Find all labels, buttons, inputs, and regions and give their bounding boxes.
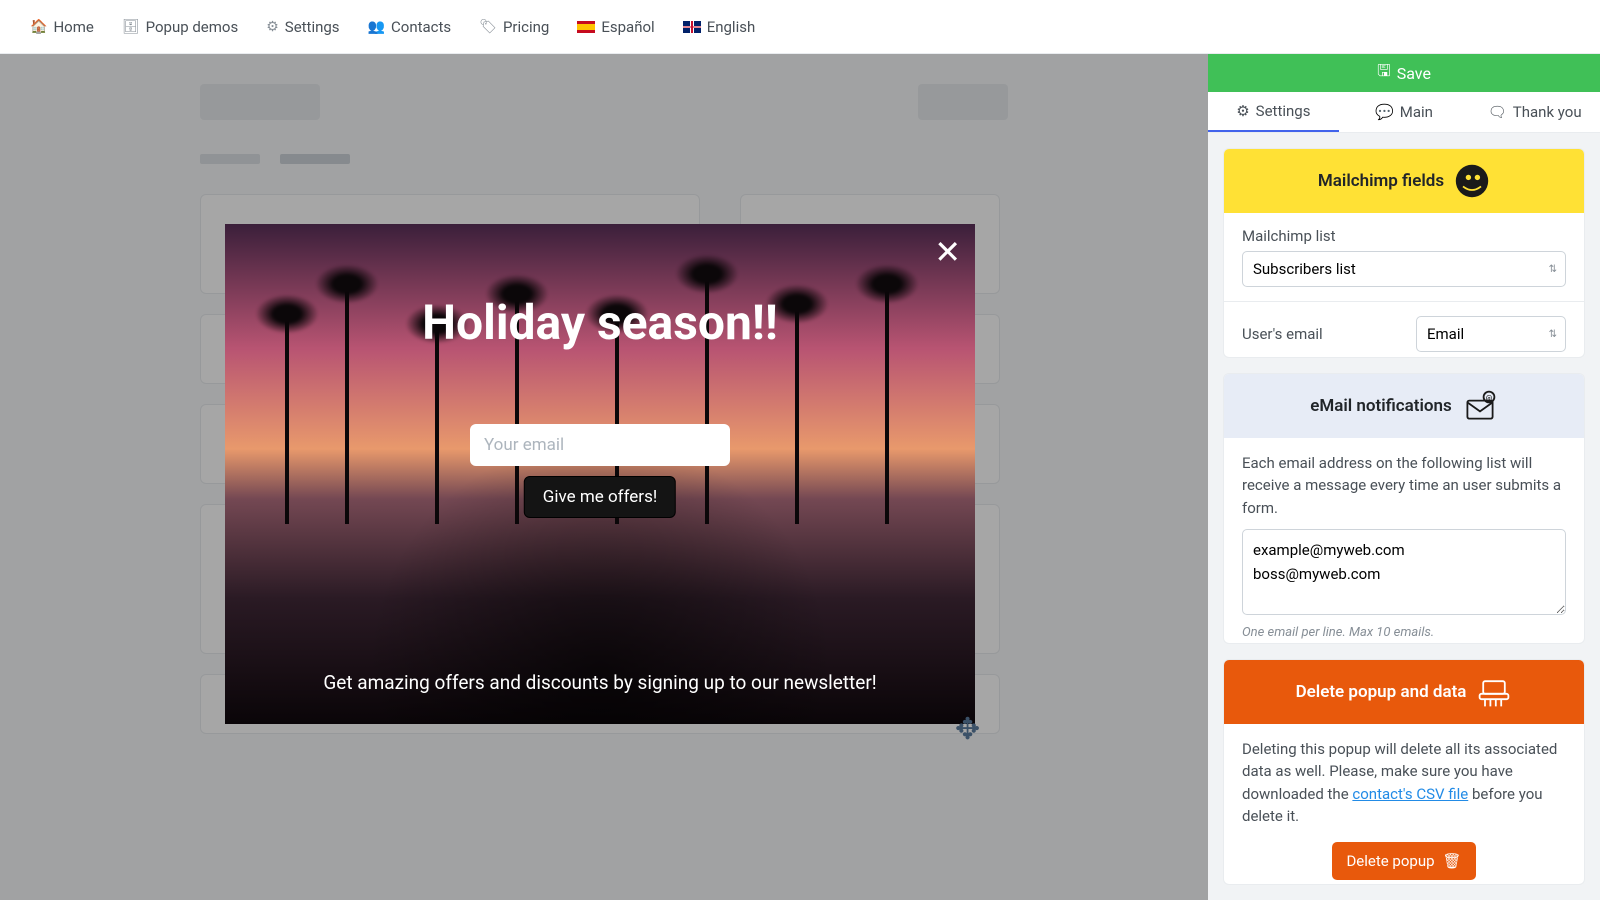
mailchimp-header: Mailchimp fields [1224, 149, 1584, 213]
nav-spanish[interactable]: Español [563, 10, 668, 44]
email-notif-header-label: eMail notifications [1310, 396, 1452, 416]
popup-cta-button[interactable]: Give me offers! [524, 476, 676, 518]
popup-preview[interactable]: ✕ Holiday season!! Give me offers! Get a… [225, 224, 975, 724]
sidebar-tabs: ⚙ Settings 💬 Main 🗨 Thank you [1208, 92, 1600, 133]
nav-pricing[interactable]: 🏷 Pricing [465, 10, 563, 44]
nav-contacts[interactable]: 👥 Contacts [354, 10, 466, 44]
delete-card: Delete popup and data Deleting this popu… [1223, 659, 1585, 885]
delete-desc: Deleting this popup will delete all its … [1242, 738, 1566, 828]
canvas-area: ✕ Holiday season!! Give me offers! Get a… [0, 54, 1208, 900]
flag-en-icon [683, 21, 701, 33]
email-notif-hint: One email per line. Max 10 emails. [1242, 625, 1566, 640]
tag-icon: 🏷 [479, 19, 497, 35]
nav-pricing-label: Pricing [503, 18, 549, 36]
mailchimp-list-label: Mailchimp list [1242, 227, 1566, 245]
user-email-value: Email [1427, 325, 1464, 343]
tab-settings-label: Settings [1256, 102, 1311, 120]
home-icon: 🏠 [30, 19, 47, 35]
save-icon: 🖫 [1377, 60, 1391, 87]
mailchimp-header-label: Mailchimp fields [1318, 171, 1444, 191]
popup-title[interactable]: Holiday season!! [225, 294, 975, 351]
sidebar: 🖫 Save ⚙ Settings 💬 Main 🗨 Thank you Mailch… [1208, 54, 1600, 900]
envelope-at-icon: @ [1462, 388, 1498, 424]
settings-panel: Mailchimp fields Mailchimp list Subscrib… [1208, 133, 1600, 900]
nav-home[interactable]: 🏠 Home [16, 10, 108, 44]
mailchimp-icon [1454, 163, 1490, 199]
move-icon[interactable]: ✥ [955, 712, 980, 747]
gear-icon: ⚙ [266, 19, 279, 35]
nav-settings[interactable]: ⚙ Settings [252, 10, 353, 44]
user-email-select[interactable]: Email [1416, 316, 1566, 352]
delete-header-label: Delete popup and data [1296, 682, 1467, 702]
save-label: Save [1397, 64, 1431, 83]
chat-icon: 💬 [1375, 103, 1394, 121]
nav-home-label: Home [53, 18, 93, 36]
close-icon[interactable]: ✕ [934, 236, 961, 268]
users-icon: 👥 [368, 19, 385, 35]
user-email-label: User's email [1242, 325, 1323, 343]
tab-settings[interactable]: ⚙ Settings [1208, 92, 1339, 132]
tab-main-label: Main [1400, 103, 1433, 121]
tab-main[interactable]: 💬 Main [1339, 92, 1470, 132]
top-nav: 🏠 Home 🗄 Popup demos ⚙ Settings 👥 Contacts 🏷… [0, 0, 1600, 54]
shredder-icon [1476, 674, 1512, 710]
csv-link[interactable]: contact's CSV file [1352, 785, 1468, 803]
nav-settings-label: Settings [285, 18, 340, 36]
nav-english[interactable]: English [669, 10, 770, 44]
email-input[interactable] [470, 424, 730, 466]
gear-icon: ⚙ [1236, 102, 1249, 120]
mailchimp-list-select[interactable]: Subscribers list [1242, 251, 1566, 287]
email-notif-textarea[interactable] [1242, 529, 1566, 615]
mailchimp-card: Mailchimp fields Mailchimp list Subscrib… [1223, 148, 1585, 358]
message-icon: 🗨 [1488, 103, 1507, 121]
delete-popup-button[interactable]: Delete popup 🗑 [1332, 842, 1475, 880]
trash-icon: 🗑 [1443, 852, 1462, 870]
email-notifications-card: eMail notifications @ Each email address… [1223, 373, 1585, 644]
flag-es-icon [577, 21, 595, 33]
tab-thankyou[interactable]: 🗨 Thank you [1469, 92, 1600, 132]
nav-english-label: English [707, 18, 756, 36]
nav-contacts-label: Contacts [391, 18, 451, 36]
svg-text:@: @ [1486, 394, 1493, 403]
delete-header: Delete popup and data [1224, 660, 1584, 724]
delete-button-label: Delete popup [1346, 852, 1434, 870]
nav-popup-demos[interactable]: 🗄 Popup demos [108, 10, 252, 44]
email-notif-header: eMail notifications @ [1224, 374, 1584, 438]
mailchimp-list-value: Subscribers list [1253, 260, 1356, 278]
save-button[interactable]: 🖫 Save [1208, 54, 1600, 92]
database-icon: 🗄 [122, 19, 140, 35]
popup-subtitle[interactable]: Get amazing offers and discounts by sign… [225, 671, 975, 694]
tab-thankyou-label: Thank you [1513, 103, 1582, 121]
nav-popup-demos-label: Popup demos [146, 18, 239, 36]
email-notif-desc: Each email address on the following list… [1242, 452, 1566, 520]
nav-spanish-label: Español [601, 18, 654, 36]
